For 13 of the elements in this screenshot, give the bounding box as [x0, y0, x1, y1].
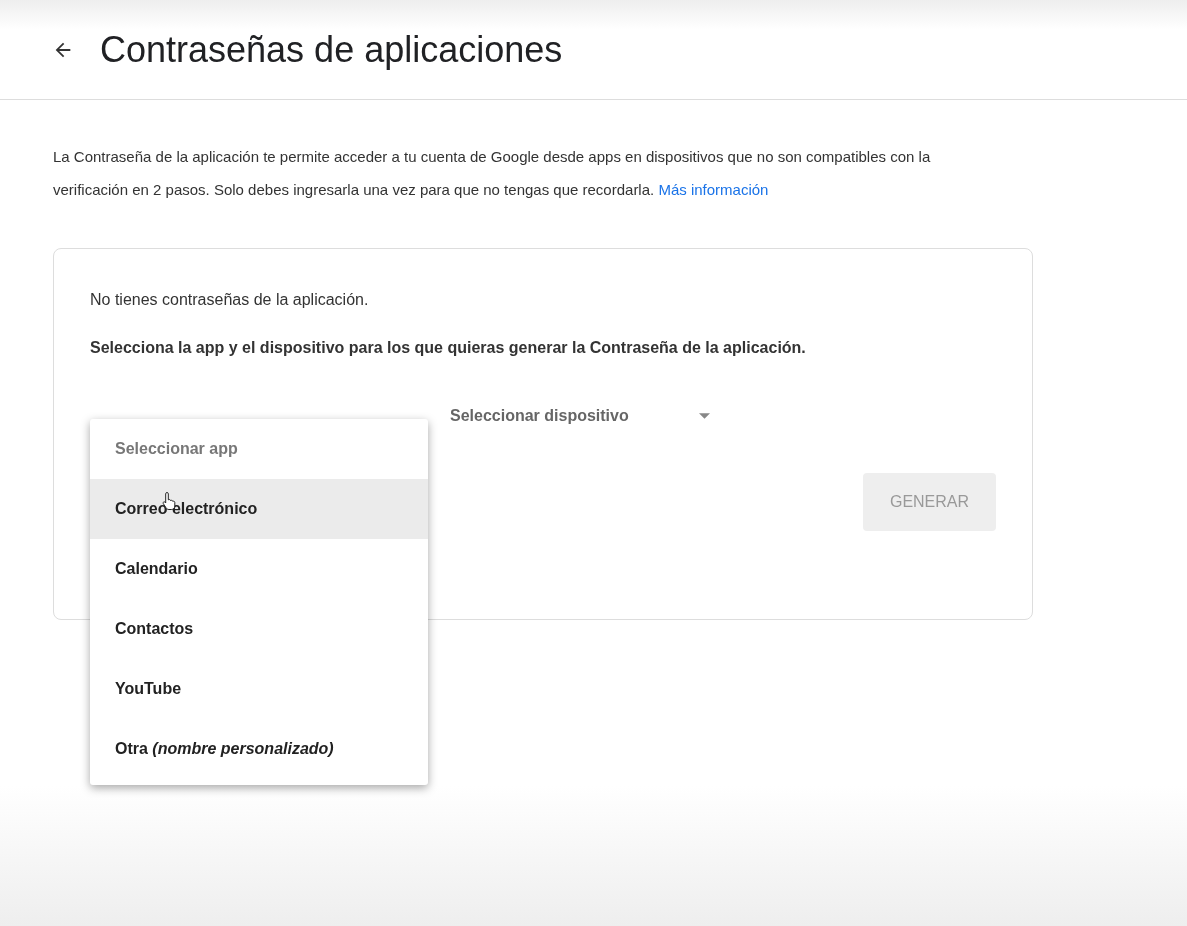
menu-item[interactable]: Correo electrónico — [90, 479, 428, 539]
app-select-placeholder[interactable]: Seleccionar app — [90, 419, 428, 479]
empty-message: No tienes contraseñas de la aplicación. — [90, 291, 370, 309]
intro-paragraph: La Contraseña de la aplicación te permite acceder a tu cuenta de Google desde apps en dispositivos que no son compatibles con la verificación en 2 pasos. Solo debes ingresarla una vez para que no tengas que recordarla. Más información — [53, 147, 932, 200]
instruction-text: Selecciona la app y el dispositivo para los que quieras generar la Contraseña de la aplicación. — [90, 339, 807, 357]
menu-item[interactable]: Calendario — [90, 539, 428, 599]
device-select[interactable]: Seleccionar dispositivo — [450, 407, 710, 425]
dropdown-caret-icon — [698, 413, 710, 419]
more-info-link[interactable]: Más información — [658, 181, 769, 198]
menu-item[interactable]: YouTube — [90, 659, 428, 719]
menu-item[interactable]: Otra (nombre personalizado) — [90, 719, 428, 779]
menu-item[interactable]: Contactos — [90, 599, 428, 659]
page-title: Contraseñas de aplicaciones — [100, 28, 563, 71]
